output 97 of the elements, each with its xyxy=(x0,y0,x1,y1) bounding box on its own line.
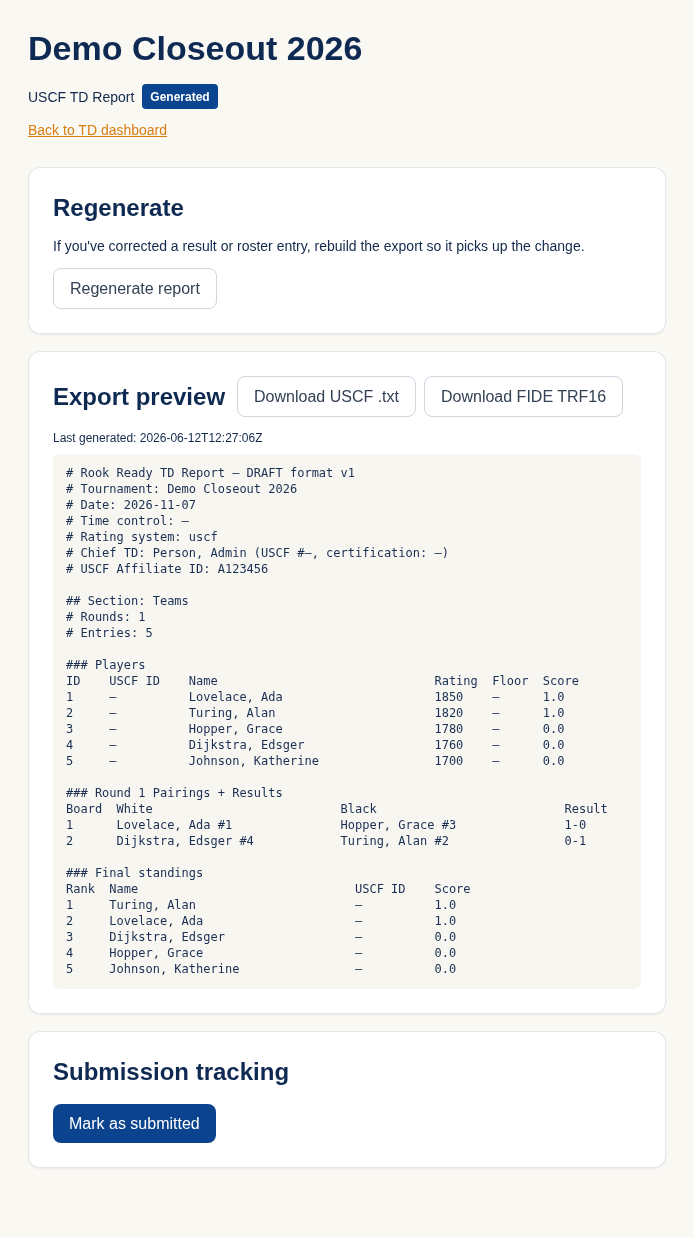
table-cell: — xyxy=(492,706,500,720)
regenerate-button[interactable]: Regenerate report xyxy=(53,268,217,309)
column-header: Black xyxy=(340,802,377,816)
table-cell: 0.0 xyxy=(434,930,457,944)
column-header: USCF ID xyxy=(109,674,160,688)
table-cell: 0.0 xyxy=(542,754,565,768)
download-button[interactable]: Download FIDE TRF16 xyxy=(424,376,624,417)
table-cell: Johnson, Katherine xyxy=(109,962,240,976)
table-cell: 5 xyxy=(66,754,74,768)
table-cell: 1700 xyxy=(434,754,464,768)
table-cell: — xyxy=(109,706,117,720)
table-cell: 3 xyxy=(66,722,74,736)
column-header: Name xyxy=(109,882,139,896)
table-cell: 0.0 xyxy=(542,722,565,736)
report-line: # Rook Ready TD Report — DRAFT format v1 xyxy=(66,465,356,481)
column-header: Rating xyxy=(434,674,478,688)
table-cell: — xyxy=(492,690,500,704)
table-cell: 2 xyxy=(66,706,74,720)
description-text: If you've corrected a result or roster entry, rebuild the export so it picks up the change. xyxy=(53,237,586,256)
table-cell: — xyxy=(109,738,117,752)
column-header: Rank xyxy=(66,882,95,896)
table-cell: 1760 xyxy=(434,738,464,752)
table-cell: 1.0 xyxy=(542,706,565,720)
table-cell: 1.0 xyxy=(542,690,565,704)
table-cell: — xyxy=(354,898,363,912)
section-heading: Regenerate xyxy=(53,193,185,223)
column-header: Score xyxy=(434,882,471,896)
table-cell: — xyxy=(492,722,500,736)
report-line: ### Round 1 Pairings + Results xyxy=(66,785,284,801)
report-line: # Chief TD: Person, Admin (USCF #—, certification: —) xyxy=(66,545,450,561)
table-cell: 0-1 xyxy=(564,834,587,848)
column-header: Score xyxy=(542,674,579,688)
column-header: Result xyxy=(564,802,608,816)
report-line: # Date: 2026-11-07 xyxy=(66,497,198,513)
last-generated-text: Last generated: 2026-06-12T12:27:06Z xyxy=(53,430,264,446)
table-cell: 0.0 xyxy=(434,946,457,960)
download-button[interactable]: Download USCF .txt xyxy=(237,376,416,417)
section-heading: Export preview xyxy=(53,381,226,412)
table-cell: Turing, Alan xyxy=(109,898,197,912)
table-cell: 1850 xyxy=(434,690,464,704)
table-cell: Turing, Alan xyxy=(188,706,276,720)
table-cell: — xyxy=(354,946,363,960)
table-cell: — xyxy=(109,690,117,704)
table-cell: 3 xyxy=(66,930,74,944)
table-cell: 0.0 xyxy=(542,738,565,752)
section-heading: Submission tracking xyxy=(53,1057,291,1087)
report-line: # Entries: 5 xyxy=(66,625,154,641)
table-cell: Lovelace, Ada xyxy=(188,690,283,704)
table-cell: Johnson, Katherine xyxy=(188,754,319,768)
table-cell: Hopper, Grace xyxy=(109,946,204,960)
report-line: # Rounds: 1 xyxy=(66,609,147,625)
report-line: # USCF Affiliate ID: A123456 xyxy=(66,561,270,577)
report-line: # Tournament: Demo Closeout 2026 xyxy=(66,481,299,497)
table-cell: Hopper, Grace xyxy=(188,722,283,736)
table-cell: — xyxy=(109,754,117,768)
column-header: Name xyxy=(188,674,218,688)
table-cell: 1 xyxy=(66,690,74,704)
report-line: ### Players xyxy=(66,657,147,673)
table-cell: 4 xyxy=(66,946,74,960)
table-cell: 2 xyxy=(66,914,74,928)
table-cell: Turing, Alan #2 xyxy=(340,834,449,848)
column-header: White xyxy=(116,802,153,816)
table-cell: 1820 xyxy=(434,706,464,720)
report-line: ## Section: Teams xyxy=(66,593,190,609)
table-cell: Dijkstra, Edsger #4 xyxy=(116,834,254,848)
table-cell: — xyxy=(354,962,363,976)
report-type-label: USCF TD Report xyxy=(28,87,135,107)
column-header: ID xyxy=(66,674,81,688)
table-cell: 1780 xyxy=(434,722,464,736)
report-line: # Time control: — xyxy=(66,513,190,529)
mark-submitted-button[interactable]: Mark as submitted xyxy=(53,1104,216,1143)
table-cell: — xyxy=(354,914,363,928)
table-cell: Lovelace, Ada #1 xyxy=(116,818,233,832)
column-header: Floor xyxy=(492,674,529,688)
table-cell: Lovelace, Ada xyxy=(109,914,204,928)
table-cell: Dijkstra, Edsger xyxy=(188,738,305,752)
table-cell: — xyxy=(354,930,363,944)
table-cell: 0.0 xyxy=(434,962,457,976)
table-cell: — xyxy=(109,722,117,736)
table-cell: Dijkstra, Edsger xyxy=(109,930,225,944)
column-header: USCF ID xyxy=(354,882,406,896)
report-line: # Rating system: uscf xyxy=(66,529,219,545)
table-cell: 2 xyxy=(66,834,74,848)
table-cell: 1.0 xyxy=(434,914,457,928)
table-cell: 4 xyxy=(66,738,74,752)
page-title: Demo Closeout 2026 xyxy=(28,28,364,69)
table-cell: Hopper, Grace #3 xyxy=(340,818,457,832)
column-header: Board xyxy=(66,802,103,816)
table-cell: 1 xyxy=(66,818,74,832)
table-cell: 1 xyxy=(66,898,74,912)
report-line: ### Final standings xyxy=(66,865,205,881)
status-badge: Generated xyxy=(142,84,218,109)
table-cell: 1-0 xyxy=(564,818,587,832)
table-cell: — xyxy=(492,738,500,752)
table-cell: — xyxy=(492,754,500,768)
table-cell: 1.0 xyxy=(434,898,457,912)
table-cell: 5 xyxy=(66,962,74,976)
